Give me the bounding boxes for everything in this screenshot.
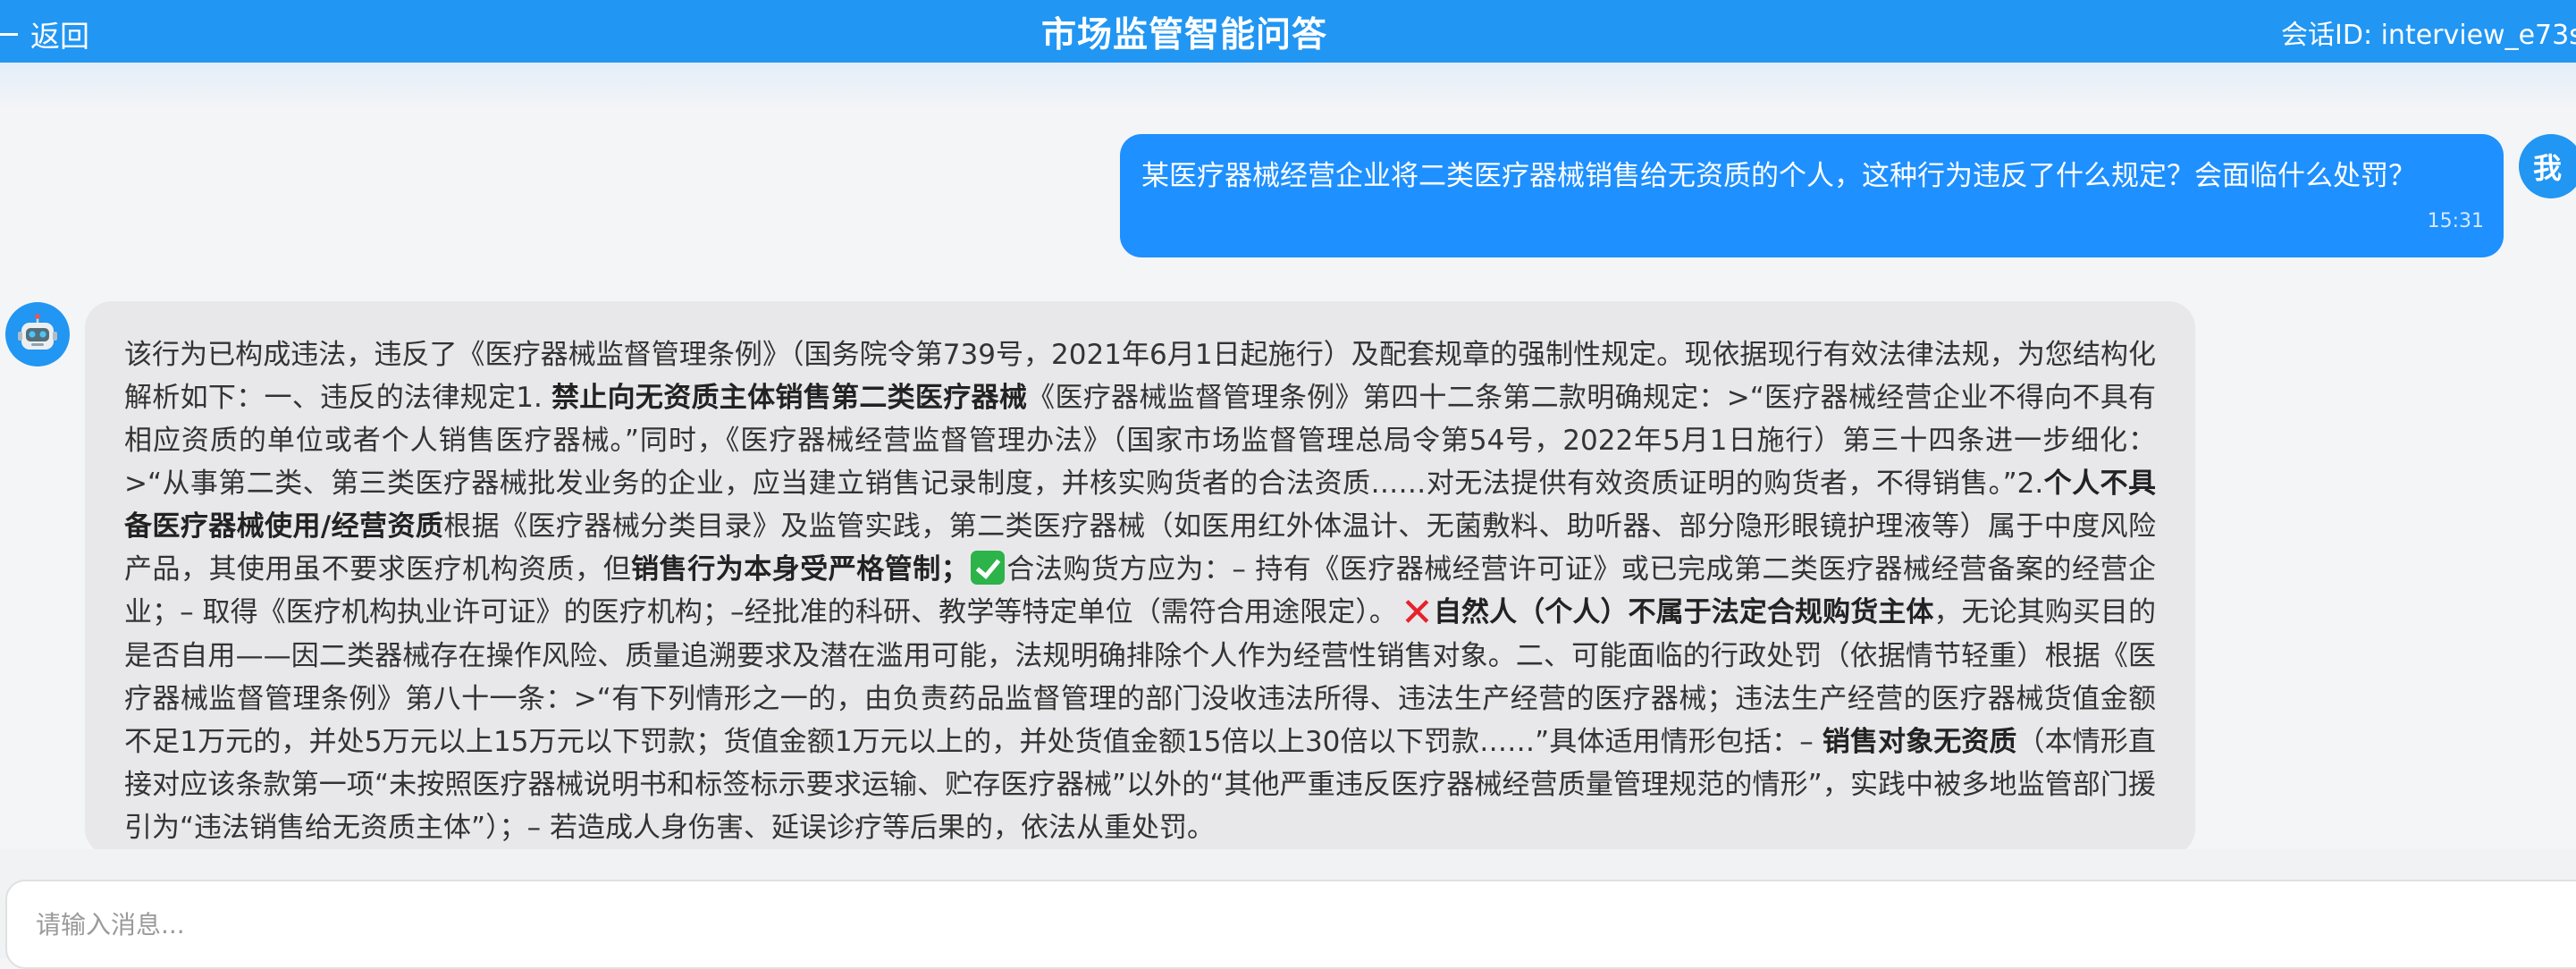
- user-message-text: 某医疗器械经营企业将二类医疗器械销售给无资质的个人，这种行为违反了什么规定？会面…: [1141, 160, 2416, 192]
- input-bar: [0, 849, 2576, 969]
- user-avatar: 我: [2519, 134, 2576, 198]
- session-id: 会话ID: interview_e73s2k: [2281, 20, 2576, 51]
- answer-bold: ；: [940, 553, 969, 586]
- header-shadow: [0, 63, 2576, 109]
- answer-bold: 禁止向无资质主体销售第二类医疗器械: [551, 382, 1028, 414]
- answer-bold: 销售对象无资质: [1822, 726, 2017, 758]
- user-message-bubble: 某医疗器械经营企业将二类医疗器械销售给无资质的个人，这种行为违反了什么规定？会面…: [1120, 134, 2504, 257]
- answer-bold: 自然人（个人）不属于法定合规购货主体: [1433, 596, 1934, 628]
- top-bar: 返回 市场监管智能问答 会话ID: interview_e73s2k: [0, 0, 2576, 63]
- bot-message-bubble: 该行为已构成违法，违反了《医疗器械监督管理条例》（国务院令第739号，2021年…: [85, 301, 2195, 855]
- cross-mark-emoji-icon: ✕: [1401, 590, 1434, 636]
- check-mark-emoji-icon: [970, 551, 1005, 585]
- robot-icon: [18, 314, 57, 350]
- answer-bold: 销售行为本身受严格管制: [631, 553, 941, 586]
- message-input[interactable]: [5, 880, 2576, 969]
- message-timestamp: 15:31: [2427, 210, 2484, 232]
- bot-message-text: 该行为已构成违法，违反了《医疗器械监督管理条例》（国务院令第739号，2021年…: [124, 333, 2156, 849]
- bot-avatar: [5, 302, 70, 367]
- page-title: 市场监管智能问答: [1040, 15, 1327, 55]
